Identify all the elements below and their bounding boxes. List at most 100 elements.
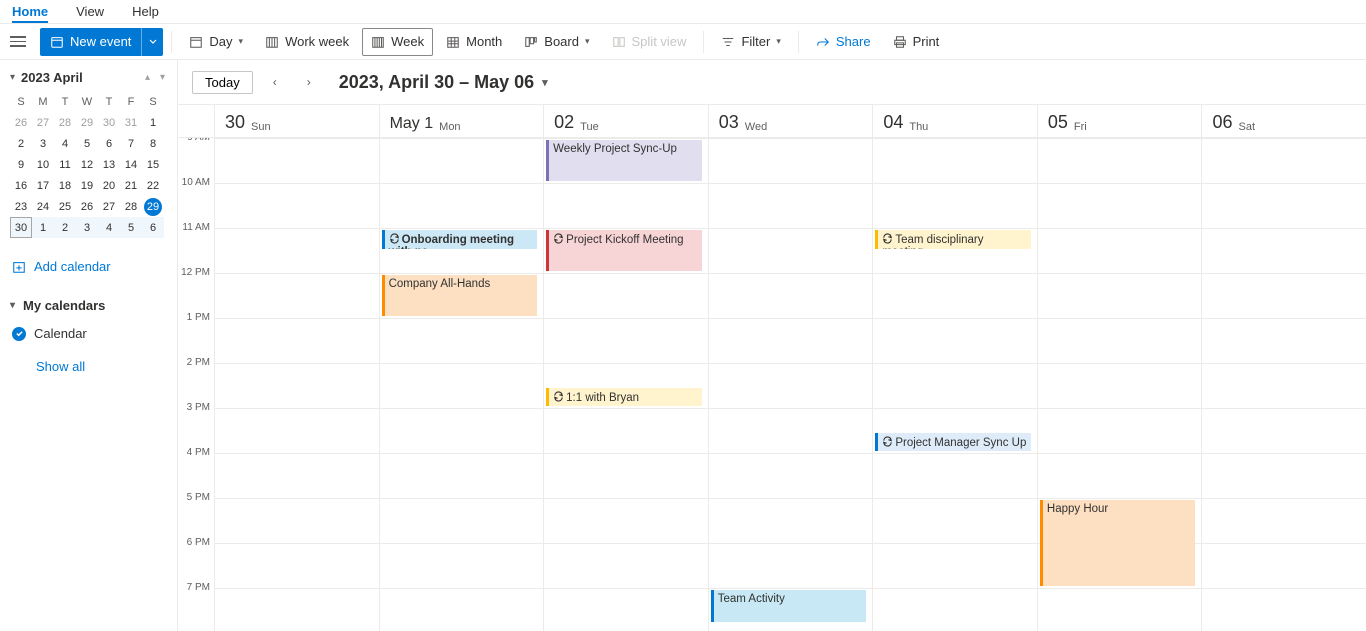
mini-cal-day[interactable]: 20 <box>98 175 120 196</box>
mini-cal-day[interactable]: 27 <box>98 196 120 217</box>
day-column[interactable]: Happy Hour <box>1037 138 1202 631</box>
mini-cal-day[interactable]: 24 <box>32 196 54 217</box>
day-header[interactable]: 02Tue <box>543 105 708 137</box>
mini-cal-day[interactable]: 22 <box>142 175 164 196</box>
mini-cal-day[interactable]: 26 <box>76 196 98 217</box>
event[interactable]: Weekly Project Sync-Up <box>546 140 702 181</box>
mini-cal-day[interactable]: 17 <box>32 175 54 196</box>
mini-cal-day[interactable]: 28 <box>54 112 76 133</box>
view-month-button[interactable]: Month <box>437 28 511 56</box>
day-header[interactable]: 05Fri <box>1037 105 1202 137</box>
event[interactable]: Onboarding meeting with ne <box>382 230 538 249</box>
day-header[interactable]: 04Thu <box>872 105 1037 137</box>
nav-toggle-icon[interactable] <box>10 31 32 53</box>
day-column[interactable]: Team disciplinary meeting Project Manager… <box>872 138 1037 631</box>
mini-cal-day[interactable]: 5 <box>120 217 142 238</box>
next-week-button[interactable]: › <box>297 70 321 94</box>
mini-cal-day[interactable]: 26 <box>10 112 32 133</box>
mini-cal-day[interactable]: 5 <box>76 133 98 154</box>
calendar-item[interactable]: Calendar <box>10 326 167 341</box>
mini-cal-day[interactable]: 2 <box>54 217 76 238</box>
filter-button[interactable]: Filter ▾ <box>712 28 789 56</box>
mini-cal-next[interactable]: ▾ <box>158 70 167 85</box>
mini-cal-day[interactable]: 15 <box>142 154 164 175</box>
mini-cal-prev[interactable]: ▴ <box>143 70 152 85</box>
mini-cal-day[interactable]: 31 <box>120 112 142 133</box>
add-calendar-button[interactable]: Add calendar <box>10 256 167 277</box>
day-column[interactable]: Team Activity <box>708 138 873 631</box>
day-header[interactable]: 30Sun <box>214 105 379 137</box>
mini-cal-day[interactable]: 7 <box>120 133 142 154</box>
event[interactable]: Project Kickoff Meeting <box>546 230 702 271</box>
mini-cal-day[interactable]: 1 <box>142 112 164 133</box>
new-event-label: New event <box>70 34 131 49</box>
mini-cal-day[interactable]: 6 <box>142 217 164 238</box>
mini-cal-day[interactable]: 18 <box>54 175 76 196</box>
day-header[interactable]: May 1Mon <box>379 105 544 137</box>
show-all-button[interactable]: Show all <box>10 359 167 374</box>
board-label: Board <box>544 34 579 49</box>
mini-cal-day[interactable]: 23 <box>10 196 32 217</box>
day-column[interactable] <box>1201 138 1366 631</box>
chevron-down-icon[interactable]: ▾ <box>542 76 548 89</box>
event[interactable]: Happy Hour <box>1040 500 1196 586</box>
view-workweek-button[interactable]: Work week <box>256 28 358 56</box>
view-day-button[interactable]: Day ▾ <box>180 28 252 56</box>
new-event-dropdown[interactable] <box>141 28 163 56</box>
mini-cal-day[interactable]: 29 <box>144 198 162 216</box>
today-button[interactable]: Today <box>192 71 253 94</box>
add-calendar-icon <box>12 260 26 274</box>
tab-view[interactable]: View <box>76 4 104 23</box>
mini-cal-day[interactable]: 12 <box>76 154 98 175</box>
print-button[interactable]: Print <box>884 28 949 56</box>
mini-cal-day[interactable]: 11 <box>54 154 76 175</box>
mini-cal-day[interactable]: 4 <box>54 133 76 154</box>
mini-cal-day[interactable]: 3 <box>32 133 54 154</box>
mini-cal-day[interactable]: 13 <box>98 154 120 175</box>
day-header[interactable]: 06Sat <box>1201 105 1366 137</box>
my-calendars-label: My calendars <box>23 298 105 313</box>
event[interactable]: Team Activity <box>711 590 867 622</box>
mini-cal-day[interactable]: 8 <box>142 133 164 154</box>
event[interactable]: Project Manager Sync Up <box>875 433 1031 452</box>
mini-cal-day[interactable]: 28 <box>120 196 142 217</box>
mini-cal-day[interactable]: 3 <box>76 217 98 238</box>
mini-cal-day[interactable]: 9 <box>10 154 32 175</box>
mini-cal-day[interactable]: 1 <box>32 217 54 238</box>
mini-cal-day[interactable]: 25 <box>54 196 76 217</box>
hour-label: 6 PM <box>178 537 214 582</box>
event[interactable]: Company All-Hands <box>382 275 538 316</box>
share-button[interactable]: Share <box>807 28 880 56</box>
chevron-down-icon[interactable]: ▾ <box>10 72 15 83</box>
mini-cal-day[interactable]: 19 <box>76 175 98 196</box>
new-event-button[interactable]: New event <box>40 28 141 56</box>
month-icon <box>446 35 460 49</box>
mini-cal-day[interactable]: 4 <box>98 217 120 238</box>
tab-home[interactable]: Home <box>12 4 48 23</box>
mini-cal-day[interactable]: 27 <box>32 112 54 133</box>
mini-cal-day[interactable]: 16 <box>10 175 32 196</box>
day-header[interactable]: 03Wed <box>708 105 873 137</box>
mini-cal-day[interactable]: 30 <box>98 112 120 133</box>
event[interactable]: Team disciplinary meeting <box>875 230 1031 249</box>
prev-week-button[interactable]: ‹ <box>263 70 287 94</box>
calendar-checked-icon[interactable] <box>12 327 26 341</box>
mini-cal-day[interactable]: 10 <box>32 154 54 175</box>
event[interactable]: 1:1 with Bryan <box>546 388 702 407</box>
mini-cal-day[interactable]: 29 <box>76 112 98 133</box>
mini-cal-day[interactable]: 21 <box>120 175 142 196</box>
day-of-week: Wed <box>745 121 767 133</box>
mini-cal-day[interactable]: 14 <box>120 154 142 175</box>
mini-cal-day[interactable]: 2 <box>10 133 32 154</box>
day-column[interactable] <box>214 138 379 631</box>
workweek-label: Work week <box>285 34 349 49</box>
view-board-button[interactable]: Board ▾ <box>515 28 598 56</box>
split-icon <box>612 35 626 49</box>
day-column[interactable]: Onboarding meeting with ne Company All-Ha… <box>379 138 544 631</box>
mini-cal-day[interactable]: 6 <box>98 133 120 154</box>
mini-cal-day[interactable]: 30 <box>10 217 32 238</box>
view-week-button[interactable]: Week <box>362 28 433 56</box>
my-calendars-header[interactable]: ▾ My calendars <box>10 295 167 316</box>
tab-help[interactable]: Help <box>132 4 159 23</box>
day-column[interactable]: Weekly Project Sync-Up Project Kickoff Me… <box>543 138 708 631</box>
